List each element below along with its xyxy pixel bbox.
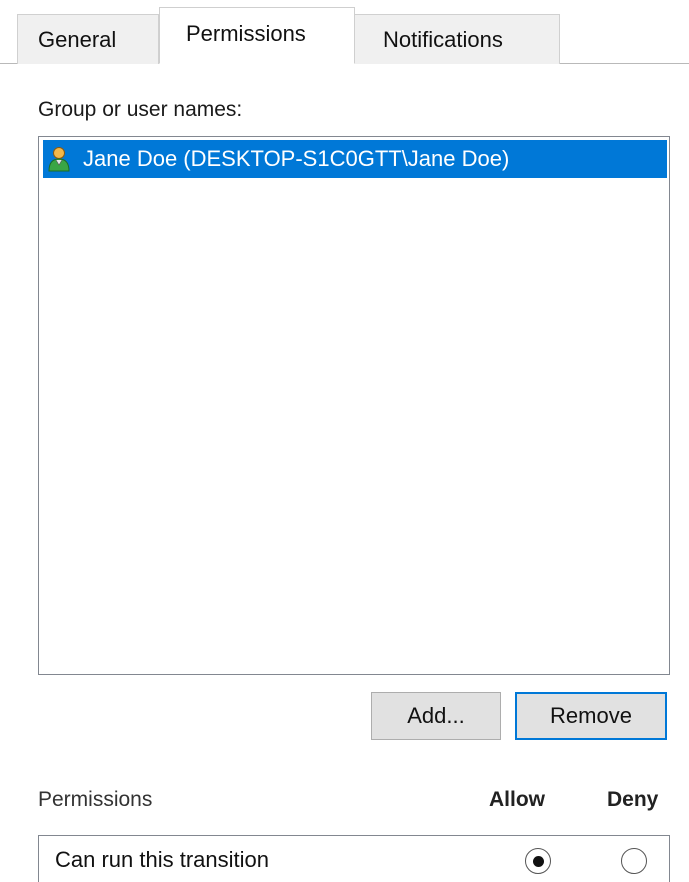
user-name-label: Jane Doe (DESKTOP-S1C0GTT\Jane Doe) <box>83 146 510 171</box>
tab-permissions[interactable]: Permissions <box>159 7 355 64</box>
allow-radio[interactable] <box>525 848 551 874</box>
permissions-table: Can run this transition <box>38 835 670 882</box>
tab-notifications[interactable]: Notifications <box>354 14 560 64</box>
allow-column-header: Allow <box>489 788 545 811</box>
add-button[interactable]: Add... <box>371 692 501 740</box>
permissions-title: Permissions <box>38 788 153 811</box>
tab-general[interactable]: General <box>17 14 159 64</box>
deny-column-header: Deny <box>607 788 659 811</box>
user-icon <box>47 146 71 172</box>
user-listbox[interactable]: Jane Doe (DESKTOP-S1C0GTT\Jane Doe) <box>38 136 670 675</box>
permission-row-label: Can run this transition <box>55 847 269 872</box>
list-item-jane-doe[interactable]: Jane Doe (DESKTOP-S1C0GTT\Jane Doe) <box>43 140 667 178</box>
remove-button[interactable]: Remove <box>515 692 667 740</box>
radio-selected-dot <box>532 855 544 867</box>
group-or-user-names-label: Group or user names: <box>38 98 243 121</box>
permissions-dialog: General Permissions Notifications Group … <box>0 0 689 882</box>
deny-radio[interactable] <box>621 848 647 874</box>
